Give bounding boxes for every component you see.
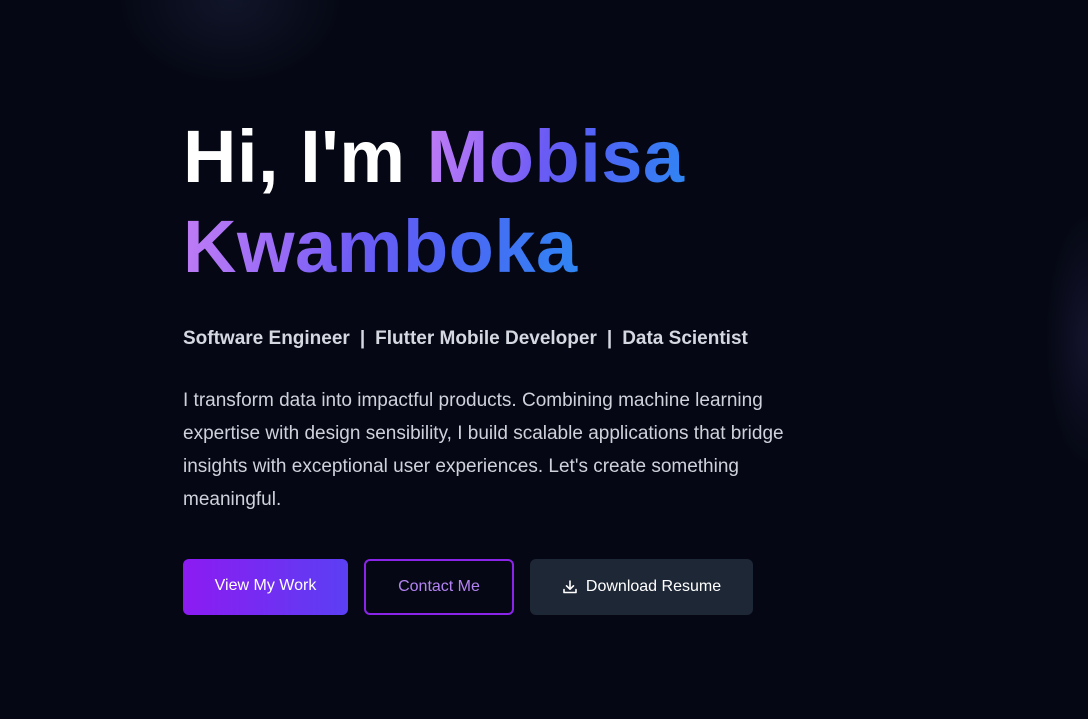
view-my-work-label: View My Work [214, 576, 317, 594]
contact-me-button[interactable]: Contact Me [364, 559, 514, 615]
hero-actions: View My Work Contact Me Download Resume [183, 559, 753, 615]
hero-headline: Hi, I'm Mobisa Kwamboka [183, 112, 883, 292]
roles-line: Software Engineer | Flutter Mobile Develop… [183, 328, 883, 350]
bio-paragraph: I transform data into impactful products… [183, 390, 784, 510]
download-resume-label: Download Resume [585, 578, 722, 595]
name-last: Kwamboka [183, 205, 578, 288]
role-flutter-developer: Flutter Mobile Developer [375, 328, 597, 349]
download-icon [563, 580, 577, 594]
contact-me-label: Contact Me [398, 578, 480, 595]
role-separator: | [606, 328, 613, 349]
download-resume-button[interactable]: Download Resume [530, 559, 753, 615]
role-data-scientist: Data Scientist [622, 328, 748, 349]
role-software-engineer: Software Engineer [183, 328, 350, 349]
name-first: Mobisa [426, 115, 685, 198]
page: Hi, I'm Mobisa Kwamboka Software Enginee… [0, 0, 1088, 719]
hero-section: Hi, I'm Mobisa Kwamboka Software Enginee… [183, 112, 883, 535]
view-my-work-button[interactable]: View My Work [183, 559, 348, 615]
role-separator: | [359, 328, 366, 349]
greeting-text: Hi, I'm [183, 115, 406, 198]
